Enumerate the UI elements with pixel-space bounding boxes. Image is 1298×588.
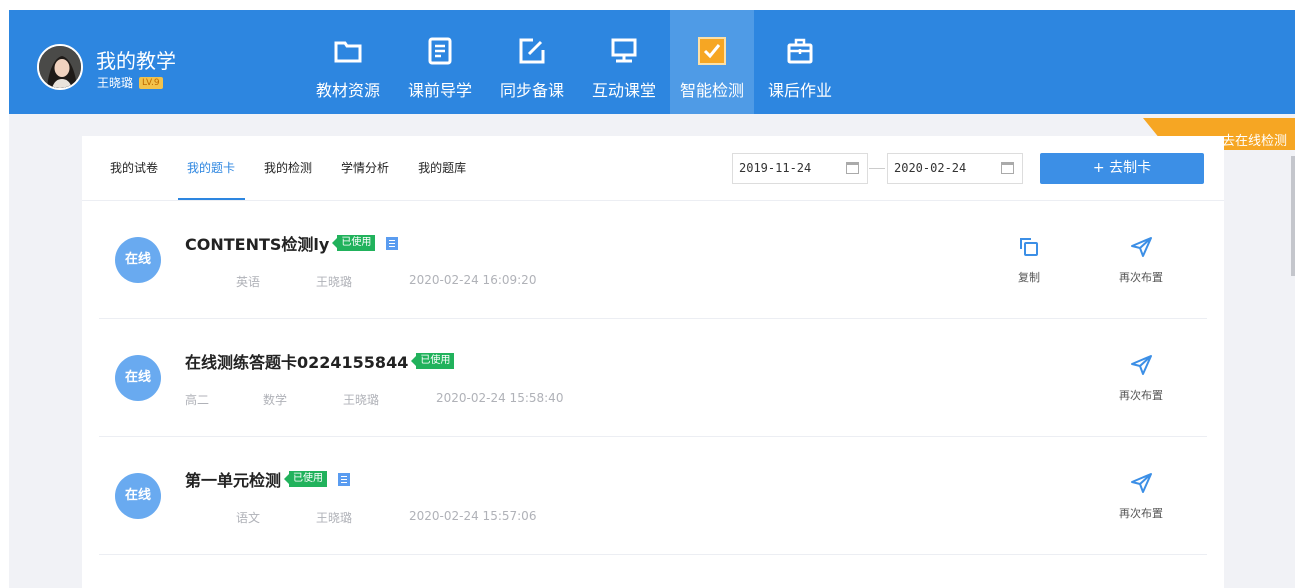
sub-tabs: 我的试卷 我的题卡 我的检测 学情分析 我的题库 (110, 156, 495, 200)
nav-label: 互动课堂 (591, 81, 656, 100)
tab-my-question-bank[interactable]: 我的题库 (418, 156, 466, 198)
checkbox-icon (697, 36, 727, 66)
card-title[interactable]: 第一单元检测 (185, 467, 281, 491)
edit-icon (517, 36, 547, 66)
calendar-icon[interactable] (1001, 162, 1014, 174)
online-badge: 在线 (115, 355, 161, 401)
make-card-button[interactable]: + 去制卡 (1040, 153, 1204, 184)
datetime: 2020-02-24 15:58:40 (436, 391, 564, 405)
tab-learning-analysis[interactable]: 学情分析 (341, 156, 389, 198)
subject: 数学 (263, 393, 288, 407)
row-title: 在线测练答题卡0224155844 已使用 (185, 349, 455, 373)
nav-item-homework[interactable]: 课后作业 (754, 10, 846, 114)
tab-my-tests[interactable]: 我的检测 (264, 156, 312, 198)
teacher: 王晓璐 (316, 511, 353, 525)
grade: 高二 (185, 393, 210, 407)
status-badge: 已使用 (284, 471, 328, 487)
row-divider (99, 554, 1207, 555)
user-info: 王晓璐 LV.9 (97, 74, 163, 91)
subject: 语文 (236, 511, 261, 525)
list-item[interactable]: 在线 第一单元检测 已使用 语文 王晓璐 2020-02-24 15:57:06… (99, 437, 1207, 555)
end-date-value: 2020-02-24 (894, 161, 967, 175)
reassign-button[interactable]: 再次布置 (1111, 471, 1171, 521)
status-badge: 已使用 (332, 235, 376, 251)
reassign-button[interactable]: 再次布置 (1111, 353, 1171, 403)
user-avatar[interactable] (37, 44, 83, 90)
nav-item-textbook-resources[interactable]: 教材资源 (302, 10, 394, 114)
nav-item-lesson-prep[interactable]: 同步备课 (486, 10, 578, 114)
nav-item-smart-test[interactable]: 智能检测 (670, 10, 754, 114)
status-badge: 已使用 (411, 353, 455, 369)
tab-my-cards[interactable]: 我的题卡 (178, 156, 246, 200)
reassign-label: 再次布置 (1119, 507, 1163, 520)
question-card-panel: 我的试卷 我的题卡 我的检测 学情分析 我的题库 2019-11-24 2020… (82, 136, 1224, 588)
date-separator (869, 168, 885, 169)
reassign-button[interactable]: 再次布置 (1111, 235, 1171, 285)
list-item[interactable]: 在线 CONTENTS检测ly 已使用 英语 王晓璐 2020-02-24 16… (99, 201, 1207, 319)
online-badge: 在线 (115, 237, 161, 283)
nav-item-pre-class-guide[interactable]: 课前导学 (394, 10, 486, 114)
briefcase-icon (785, 36, 815, 66)
tab-my-papers[interactable]: 我的试卷 (110, 156, 158, 198)
copy-label: 复制 (1018, 271, 1040, 284)
nav-label: 智能检测 (679, 81, 744, 100)
list-item[interactable]: 在线 在线测练答题卡0224155844 已使用 高二 数学 王晓璐 2020-… (99, 319, 1207, 437)
ribbon-label: 去在线检测 (1221, 134, 1287, 149)
send-icon (1111, 353, 1171, 377)
nav-label: 同步备课 (499, 81, 564, 100)
card-title[interactable]: 在线测练答题卡0224155844 (185, 349, 408, 373)
nav-label: 课后作业 (767, 81, 832, 100)
start-date-input[interactable]: 2019-11-24 (732, 153, 868, 184)
folder-icon (333, 36, 363, 66)
card-title[interactable]: CONTENTS检测ly (185, 231, 329, 255)
monitor-icon (609, 36, 639, 66)
start-date-value: 2019-11-24 (739, 161, 812, 175)
app-title: 我的教学 (96, 49, 176, 73)
datetime: 2020-02-24 15:57:06 (409, 509, 537, 523)
main-nav: 教材资源 课前导学 同步备课 互动课堂 智能检测 课后作业 (302, 10, 846, 114)
user-name: 王晓璐 (97, 76, 134, 90)
calendar-icon[interactable] (846, 162, 859, 174)
row-title: CONTENTS检测ly 已使用 (185, 231, 399, 255)
end-date-input[interactable]: 2020-02-24 (887, 153, 1023, 184)
send-icon (1111, 471, 1171, 495)
nav-label: 教材资源 (315, 81, 380, 100)
teacher: 王晓璐 (316, 275, 353, 289)
reassign-label: 再次布置 (1119, 389, 1163, 402)
scrollbar[interactable] (1291, 156, 1295, 276)
copy-icon (999, 235, 1059, 259)
document-icon[interactable] (386, 236, 399, 250)
nav-item-interactive-class[interactable]: 互动课堂 (578, 10, 670, 114)
row-title: 第一单元检测 已使用 (185, 467, 351, 491)
nav-label: 课前导学 (407, 81, 472, 100)
reassign-label: 再次布置 (1119, 271, 1163, 284)
level-badge: LV.9 (139, 76, 163, 89)
online-badge: 在线 (115, 473, 161, 519)
subject: 英语 (236, 275, 261, 289)
teacher: 王晓璐 (343, 393, 380, 407)
copy-button[interactable]: 复制 (999, 235, 1059, 285)
document-icon[interactable] (338, 472, 351, 486)
send-icon (1111, 235, 1171, 259)
datetime: 2020-02-24 16:09:20 (409, 273, 537, 287)
document-icon (425, 36, 455, 66)
